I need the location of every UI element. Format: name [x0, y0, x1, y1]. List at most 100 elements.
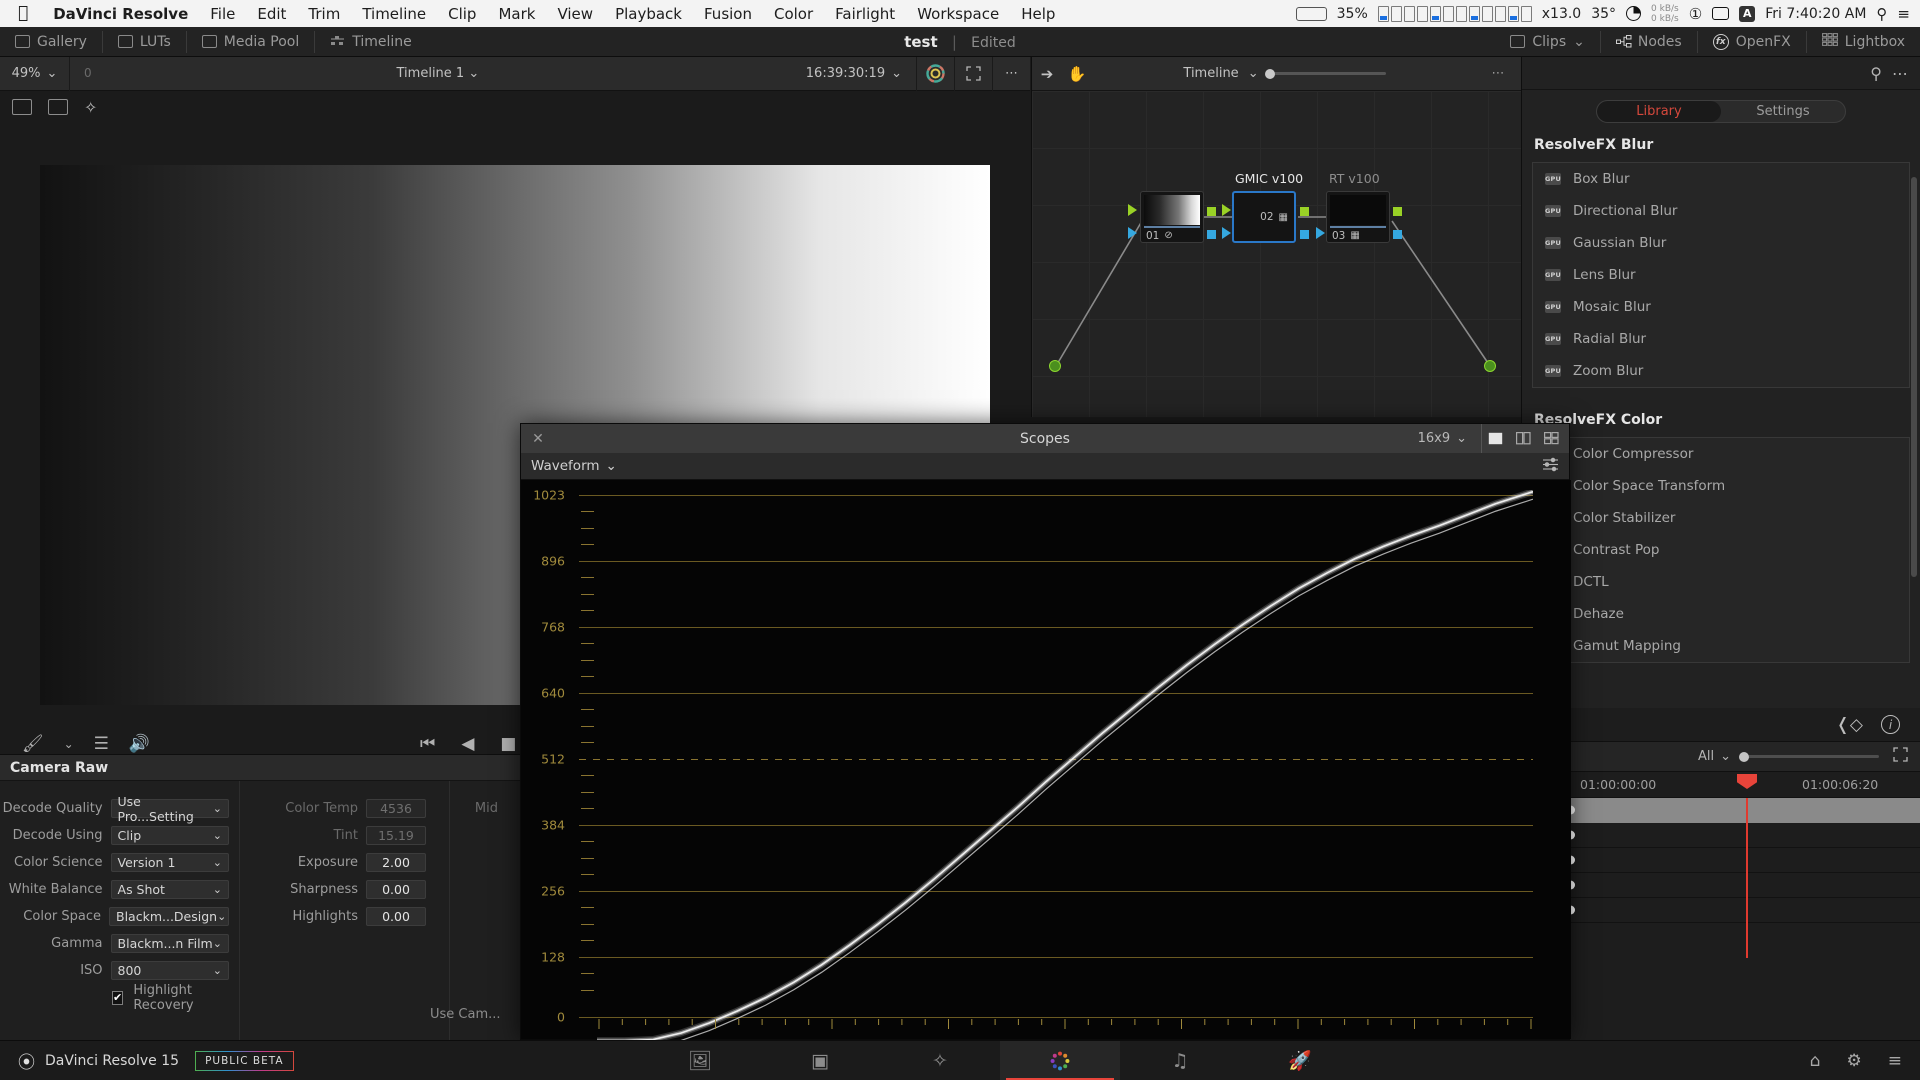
search-icon[interactable]: ⚲ — [1870, 64, 1882, 83]
node-editor-title[interactable]: Timeline — [1183, 66, 1238, 81]
keyframe-track-4[interactable] — [1560, 898, 1920, 923]
keyframe-track-1[interactable] — [1560, 823, 1920, 848]
eyedropper-icon[interactable]: 🖌 — [22, 734, 44, 754]
menu-app-name[interactable]: DaVinci Resolve — [42, 5, 199, 23]
viewer-options-icon[interactable]: ⋯ — [992, 56, 1030, 91]
openfx-options-icon[interactable]: ⋯ — [1892, 64, 1908, 83]
fx-item-dehaze[interactable]: GPU Dehaze — [1533, 598, 1909, 630]
fusion-icon[interactable]: ✧ — [880, 1050, 1000, 1072]
node-03[interactable]: 03 ▦ — [1326, 191, 1390, 243]
fx-item-box-blur[interactable]: GPU Box Blur — [1533, 163, 1909, 195]
playhead-handle[interactable] — [1737, 774, 1757, 789]
grid-overlay-icon[interactable] — [48, 99, 68, 115]
fx-item-color-space-transform[interactable]: GPU Color Space Transform — [1533, 470, 1909, 502]
apple-icon[interactable]:  — [18, 5, 28, 22]
menu-item-fairlight[interactable]: Fairlight — [824, 5, 906, 23]
network-io-icon[interactable]: 0 kB/s 0 kB/s — [1651, 4, 1679, 24]
keyframe-row-2[interactable]: 2 — [1522, 848, 1920, 873]
chevron-down-icon[interactable]: ⌄ — [1248, 66, 1259, 81]
display-icon[interactable] — [1712, 7, 1730, 20]
color-icon[interactable] — [1000, 1040, 1120, 1080]
magic-mask-icon[interactable]: ✧ — [84, 98, 97, 117]
color-wheel-icon[interactable] — [916, 56, 954, 91]
input-exposure[interactable]: 2.00 — [366, 853, 426, 872]
search-icon[interactable]: ⚲ — [1876, 5, 1887, 23]
node-source-terminal[interactable] — [1049, 360, 1061, 372]
toolbar-button-timeline[interactable]: Timeline — [315, 31, 427, 53]
fx-item-dctl[interactable]: GPU DCTL — [1533, 566, 1909, 598]
toolbar-button-gallery[interactable]: Gallery — [0, 30, 103, 53]
node-01-input-blue-port[interactable] — [1128, 227, 1137, 239]
openfx-scrollbar[interactable] — [1911, 177, 1917, 577]
cpu-pie-icon[interactable] — [1626, 6, 1642, 21]
grid-icon[interactable]: ▦ — [1279, 212, 1288, 223]
audio-icon[interactable]: 🔊 — [129, 734, 150, 754]
node-03-output-green-port[interactable] — [1393, 207, 1402, 216]
input-highlights[interactable]: 0.00 — [366, 907, 426, 926]
node-03-output-blue-port[interactable] — [1393, 230, 1402, 239]
node-01[interactable]: 01 ⊘ — [1140, 191, 1204, 243]
menu-item-clip[interactable]: Clip — [437, 5, 487, 23]
node-01-output-green-port[interactable] — [1207, 207, 1216, 216]
pan-hand-icon[interactable]: ✋ — [1062, 65, 1092, 83]
select-white-balance[interactable]: As Shot ⌄ — [110, 880, 229, 899]
node-output-terminal[interactable] — [1484, 360, 1496, 372]
fx-item-lens-blur[interactable]: GPU Lens Blur — [1533, 259, 1909, 291]
chevron-down-icon[interactable]: ⌄ — [606, 458, 617, 474]
input-tint[interactable]: 15.19 — [366, 826, 426, 845]
keyframe-playhead[interactable] — [1746, 798, 1748, 958]
select-arrow-icon[interactable]: ➔ — [1032, 65, 1062, 83]
select-decode-quality[interactable]: Use Pro...Setting ⌄ — [110, 794, 229, 824]
node-editor-options-icon[interactable]: ⋯ — [1477, 66, 1521, 81]
fx-item-color-compressor[interactable]: GPU Color Compressor — [1533, 438, 1909, 470]
toolbar-button-nodes[interactable]: Nodes — [1601, 30, 1698, 53]
menu-item-playback[interactable]: Playback — [604, 5, 693, 23]
media-icon[interactable]: 🖼 — [640, 1049, 760, 1072]
fx-item-gamut-mapping[interactable]: GPU Gamut Mapping — [1533, 630, 1909, 662]
viewer-timeline-name[interactable]: Timeline 1 — [397, 66, 465, 81]
edit-icon[interactable]: ▣ — [760, 1050, 880, 1072]
menu-item-trim[interactable]: Trim — [297, 5, 351, 23]
node-03-input-blue-port[interactable] — [1316, 227, 1325, 239]
keyframe-ruler[interactable]: 01:00:00:00 01:00:06:20 — [1522, 772, 1920, 798]
toolbar-button-media-pool[interactable]: Media Pool — [187, 30, 316, 53]
fx-item-radial-blur[interactable]: GPU Radial Blur — [1533, 323, 1909, 355]
clock-label[interactable]: Fri 7:40:20 AM — [1765, 6, 1866, 22]
settings-icon[interactable]: ⚙ — [1847, 1051, 1862, 1071]
menu-item-mark[interactable]: Mark — [487, 5, 546, 23]
fairlight-icon[interactable]: ♫ — [1120, 1050, 1240, 1072]
keyframe-row-3[interactable]: 3 — [1522, 873, 1920, 898]
play-reverse-icon[interactable]: ◀ — [461, 734, 474, 754]
toolbar-button-luts[interactable]: LUTs — [103, 30, 187, 53]
fx-item-contrast-pop[interactable]: GPU Contrast Pop — [1533, 534, 1909, 566]
deliver-icon[interactable]: 🚀 — [1240, 1049, 1360, 1072]
menu-icon[interactable]: ≡ — [1888, 1051, 1902, 1071]
info-icon[interactable]: i — [1881, 715, 1900, 734]
keyframe-row-1[interactable]: 1 — [1522, 823, 1920, 848]
node-zoom-slider[interactable] — [1264, 68, 1386, 79]
waveform-scope-plot[interactable]: 1023 896 768 640 512 384 256 128 0 — [521, 480, 1571, 1039]
viewer-timecode[interactable]: 16:39:30:19 ⌄ — [806, 66, 916, 81]
node-02-output-green-port[interactable] — [1300, 207, 1309, 216]
tab-library[interactable]: Library — [1597, 101, 1721, 122]
fx-item-color-stabilizer[interactable]: GPU Color Stabilizer — [1533, 502, 1909, 534]
fx-item-gaussian-blur[interactable]: GPU Gaussian Blur — [1533, 227, 1909, 259]
node-01-input-green-port[interactable] — [1128, 204, 1137, 216]
home-icon[interactable]: ⌂ — [1810, 1051, 1821, 1071]
keyframe-row-4[interactable] — [1522, 898, 1920, 923]
layers-icon[interactable]: ☰ — [94, 734, 109, 754]
stop-icon[interactable]: ■ — [500, 734, 516, 754]
grid-icon[interactable]: ▦ — [1350, 230, 1359, 241]
chevron-down-icon[interactable]: ⌄ — [468, 66, 479, 81]
node-02-input-blue-port[interactable] — [1222, 227, 1231, 239]
checkbox-highlight-recovery[interactable]: ✔ — [112, 990, 124, 1005]
fx-item-zoom-blur[interactable]: GPU Zoom Blur — [1533, 355, 1909, 387]
select-gamma[interactable]: Blackm...n Film ⌄ — [110, 934, 229, 953]
select-decode-using[interactable]: Clip ⌄ — [110, 826, 229, 845]
toolbar-button-lightbox[interactable]: Lightbox — [1807, 31, 1920, 53]
fx-item-directional-blur[interactable]: GPU Directional Blur — [1533, 195, 1909, 227]
keyframe-zoom-slider[interactable] — [1739, 751, 1879, 762]
menu-item-file[interactable]: File — [199, 5, 246, 23]
toolbar-button-openfx[interactable]: fx OpenFX — [1698, 30, 1807, 53]
keyframe-filter-select[interactable]: All ⌄ — [1698, 749, 1741, 764]
